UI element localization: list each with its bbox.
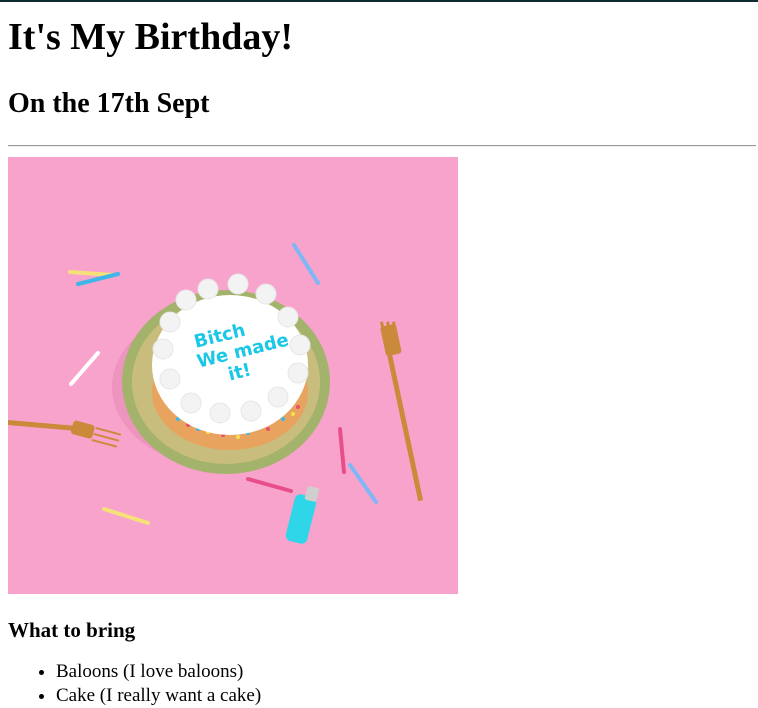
page-title: It's My Birthday! [8,16,293,58]
page-subtitle: On the 17th Sept [8,88,210,119]
page-content: It's My Birthday! On the 17th Sept Bitch… [8,2,756,708]
bring-list: Baloons (I love baloons) Cake (I really … [8,660,756,708]
section-heading: What to bring [8,618,136,642]
list-item: Baloons (I love baloons) [56,660,756,684]
birthday-cake-photo: Bitch We made it! [8,157,458,594]
divider [8,145,756,147]
list-item: Cake (I really want a cake) [56,684,756,708]
